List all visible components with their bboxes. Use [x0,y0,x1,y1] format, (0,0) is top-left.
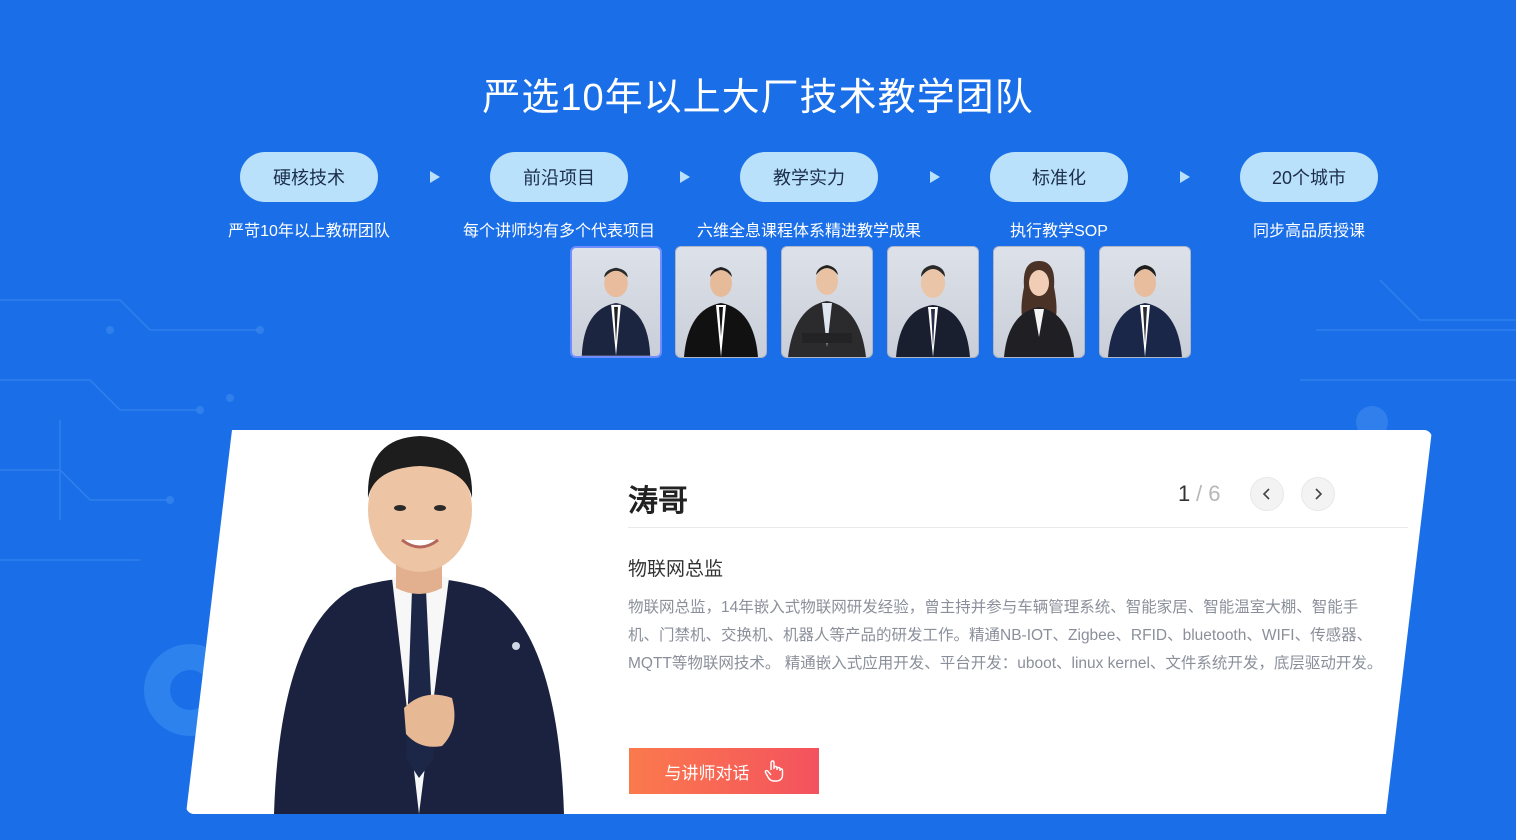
teacher-description: 物联网总监，14年嵌入式物联网研发经验，曾主持并参与车辆管理系统、智能家居、智能… [628,599,1383,672]
step-pill-hardcore-tech: 硬核技术 [240,152,378,202]
step-subtitle: 六维全息课程体系精进教学成果 [696,223,921,240]
teacher-photo [581,267,651,356]
prev-teacher-button[interactable] [1250,477,1284,511]
teacher-role: 物联网总监 [628,559,724,580]
chat-button-label: 与讲师对话 [664,763,750,783]
teacher-photo [1108,265,1182,357]
teacher-thumbnail-3[interactable] [781,246,873,358]
teacher-thumbnail-5[interactable] [993,246,1085,358]
step-subtitle: 严苛10年以上教研团队 [228,223,390,240]
step-pill-frontier-projects: 前沿项目 [490,152,628,202]
chevron-left-icon [1262,488,1270,500]
triangle-right-icon [430,171,440,183]
teacher-thumbnail-4[interactable] [887,246,979,358]
teacher-photo [684,267,758,357]
teacher-portrait [274,436,564,814]
step-pill-cities: 20个城市 [1240,152,1378,202]
teacher-photo [1004,261,1074,357]
chat-with-teacher-button[interactable]: 与讲师对话 [629,748,819,794]
step-subtitle: 执行教学SOP [1010,223,1108,240]
triangle-right-icon [1180,171,1190,183]
teacher-photo [788,265,866,357]
pager-current: 1 [1178,481,1191,506]
teacher-name: 涛哥 [628,485,688,518]
triangle-right-icon [680,171,690,183]
step-subtitle: 同步高品质授课 [1252,223,1365,240]
chevron-right-icon [1315,488,1323,500]
step-subtitle: 每个讲师均有多个代表项目 [462,223,655,240]
feature-steps: 硬核技术 前沿项目 教学实力 标准化 20个城市 严苛10年以上教研团队 每个讲… [0,0,1516,250]
hand-pointer-icon [764,760,783,782]
next-teacher-button[interactable] [1301,477,1335,511]
pager-total: / 6 [1196,481,1221,506]
card-divider [628,527,1408,528]
triangle-right-icon [930,171,940,183]
teacher-thumbnail-6[interactable] [1099,246,1191,358]
step-pill-standardization: 标准化 [990,152,1128,202]
teacher-photo [896,265,970,357]
teacher-thumbnail-1[interactable] [570,246,662,358]
teacher-thumbnail-2[interactable] [675,246,767,358]
step-pill-teaching-strength: 教学实力 [740,152,878,202]
